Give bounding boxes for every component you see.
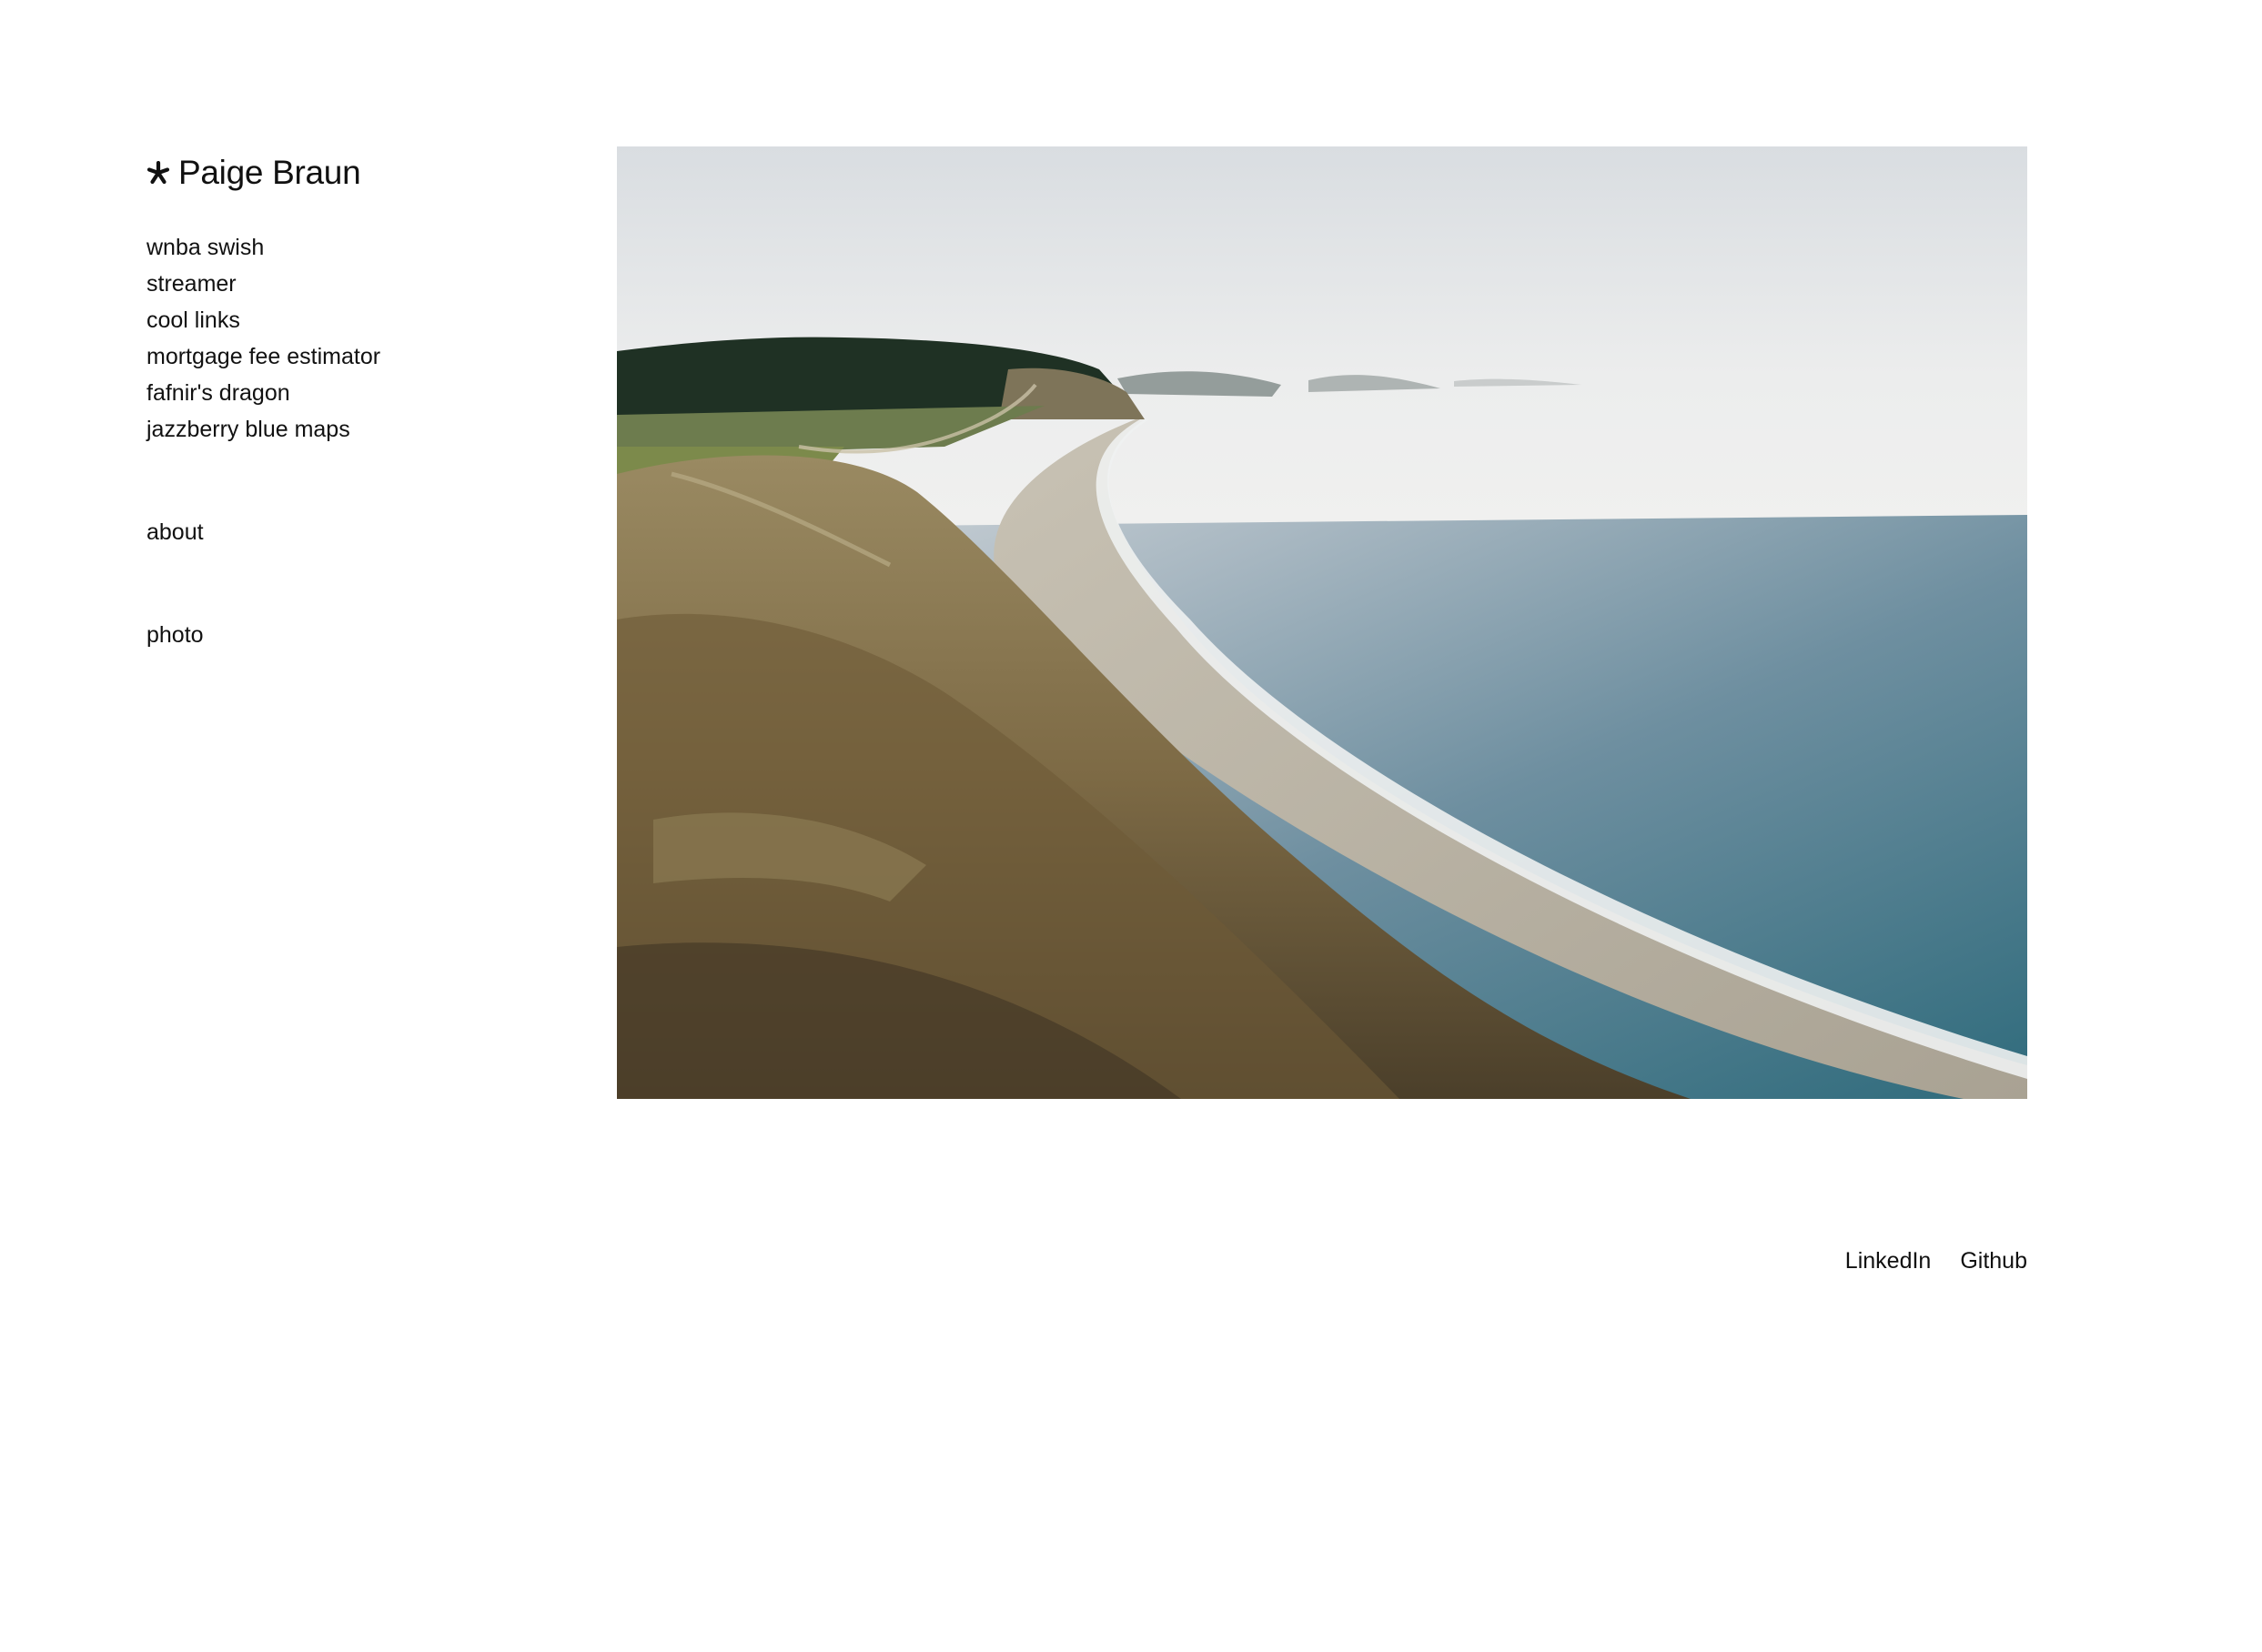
photo-nav: photo (146, 617, 565, 653)
nav-link-cool-links[interactable]: cool links (146, 302, 565, 338)
nav-link-streamer[interactable]: streamer (146, 266, 565, 302)
nav-link-label: streamer (146, 271, 237, 297)
nav-link-about[interactable]: about (146, 514, 565, 550)
nav-link-label: jazzberry blue maps (146, 417, 350, 442)
site-brand[interactable]: Paige Braun (146, 151, 565, 195)
asterisk-icon (146, 161, 170, 185)
sidebar: Paige Braun wnba swish streamer cool lin… (146, 151, 565, 653)
nav-link-mortgage-fee-estimator[interactable]: mortgage fee estimator (146, 338, 565, 375)
nav-link-label: about (146, 519, 204, 545)
linkedin-link[interactable]: LinkedIn (1845, 1243, 1932, 1279)
nav-link-label: fafnir's dragon (146, 380, 290, 406)
nav-link-label: mortgage fee estimator (146, 344, 381, 369)
nav-link-label: cool links (146, 307, 240, 333)
nav-link-label: photo (146, 622, 204, 648)
coastal-photo (617, 146, 2027, 1099)
github-link[interactable]: Github (1960, 1243, 2027, 1279)
nav-link-fafnirs-dragon[interactable]: fafnir's dragon (146, 375, 565, 411)
nav-link-label: wnba swish (146, 235, 265, 260)
projects-nav: wnba swish streamer cool links mortgage … (146, 229, 565, 448)
nav-link-wnba-swish[interactable]: wnba swish (146, 229, 565, 266)
site-title: Paige Braun (178, 154, 361, 191)
nav-link-photo[interactable]: photo (146, 617, 565, 653)
nav-link-jazzberry-blue-maps[interactable]: jazzberry blue maps (146, 411, 565, 448)
footer-links: LinkedIn Github (1845, 1243, 2027, 1279)
about-nav: about (146, 514, 565, 550)
